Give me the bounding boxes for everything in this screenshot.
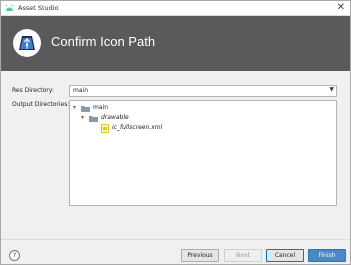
xml-file-icon xyxy=(101,124,109,133)
res-directory-select[interactable]: main ▼ xyxy=(69,85,337,97)
help-button[interactable]: ? xyxy=(9,250,20,261)
page-title: Confirm Icon Path xyxy=(51,34,156,49)
res-directory-label: Res Directory: xyxy=(12,87,54,94)
res-directory-value: main xyxy=(73,87,88,94)
button-bar: ? Previous Next Cancel Finish xyxy=(1,239,350,264)
expand-arrow-icon[interactable]: ▾ xyxy=(81,114,84,121)
folder-icon xyxy=(81,106,90,112)
next-button[interactable]: Next xyxy=(224,249,262,262)
tree-node-main[interactable]: ▾ main xyxy=(73,104,193,113)
folder-icon xyxy=(89,116,98,122)
header-banner: Confirm Icon Path xyxy=(1,16,350,71)
tree-node-drawable[interactable]: ▾ drawable xyxy=(81,114,201,123)
expand-arrow-icon[interactable]: ▾ xyxy=(73,104,76,111)
tree-node-file[interactable]: ic_fullscreen.xml xyxy=(98,124,238,133)
close-icon[interactable]: ✕ xyxy=(337,2,345,14)
tree-node-label: ic_fullscreen.xml xyxy=(112,124,163,131)
title-bar: Asset Studio ✕ xyxy=(1,1,350,16)
tree-node-label: main xyxy=(93,104,108,111)
chevron-down-icon: ▼ xyxy=(329,86,334,93)
android-studio-icon xyxy=(13,29,41,57)
output-directories-tree[interactable]: ▾ main ▾ drawable ic_fullscreen.xml xyxy=(69,100,337,206)
cancel-button[interactable]: Cancel xyxy=(266,249,304,262)
window-title: Asset Studio xyxy=(18,4,59,12)
android-icon xyxy=(5,4,14,11)
asset-studio-window: Asset Studio ✕ Confirm Icon Path Res Dir… xyxy=(0,0,351,265)
tree-node-label: drawable xyxy=(101,114,129,121)
finish-button[interactable]: Finish xyxy=(308,249,346,262)
output-directories-label: Output Directories: xyxy=(12,101,70,108)
previous-button[interactable]: Previous xyxy=(181,249,219,262)
